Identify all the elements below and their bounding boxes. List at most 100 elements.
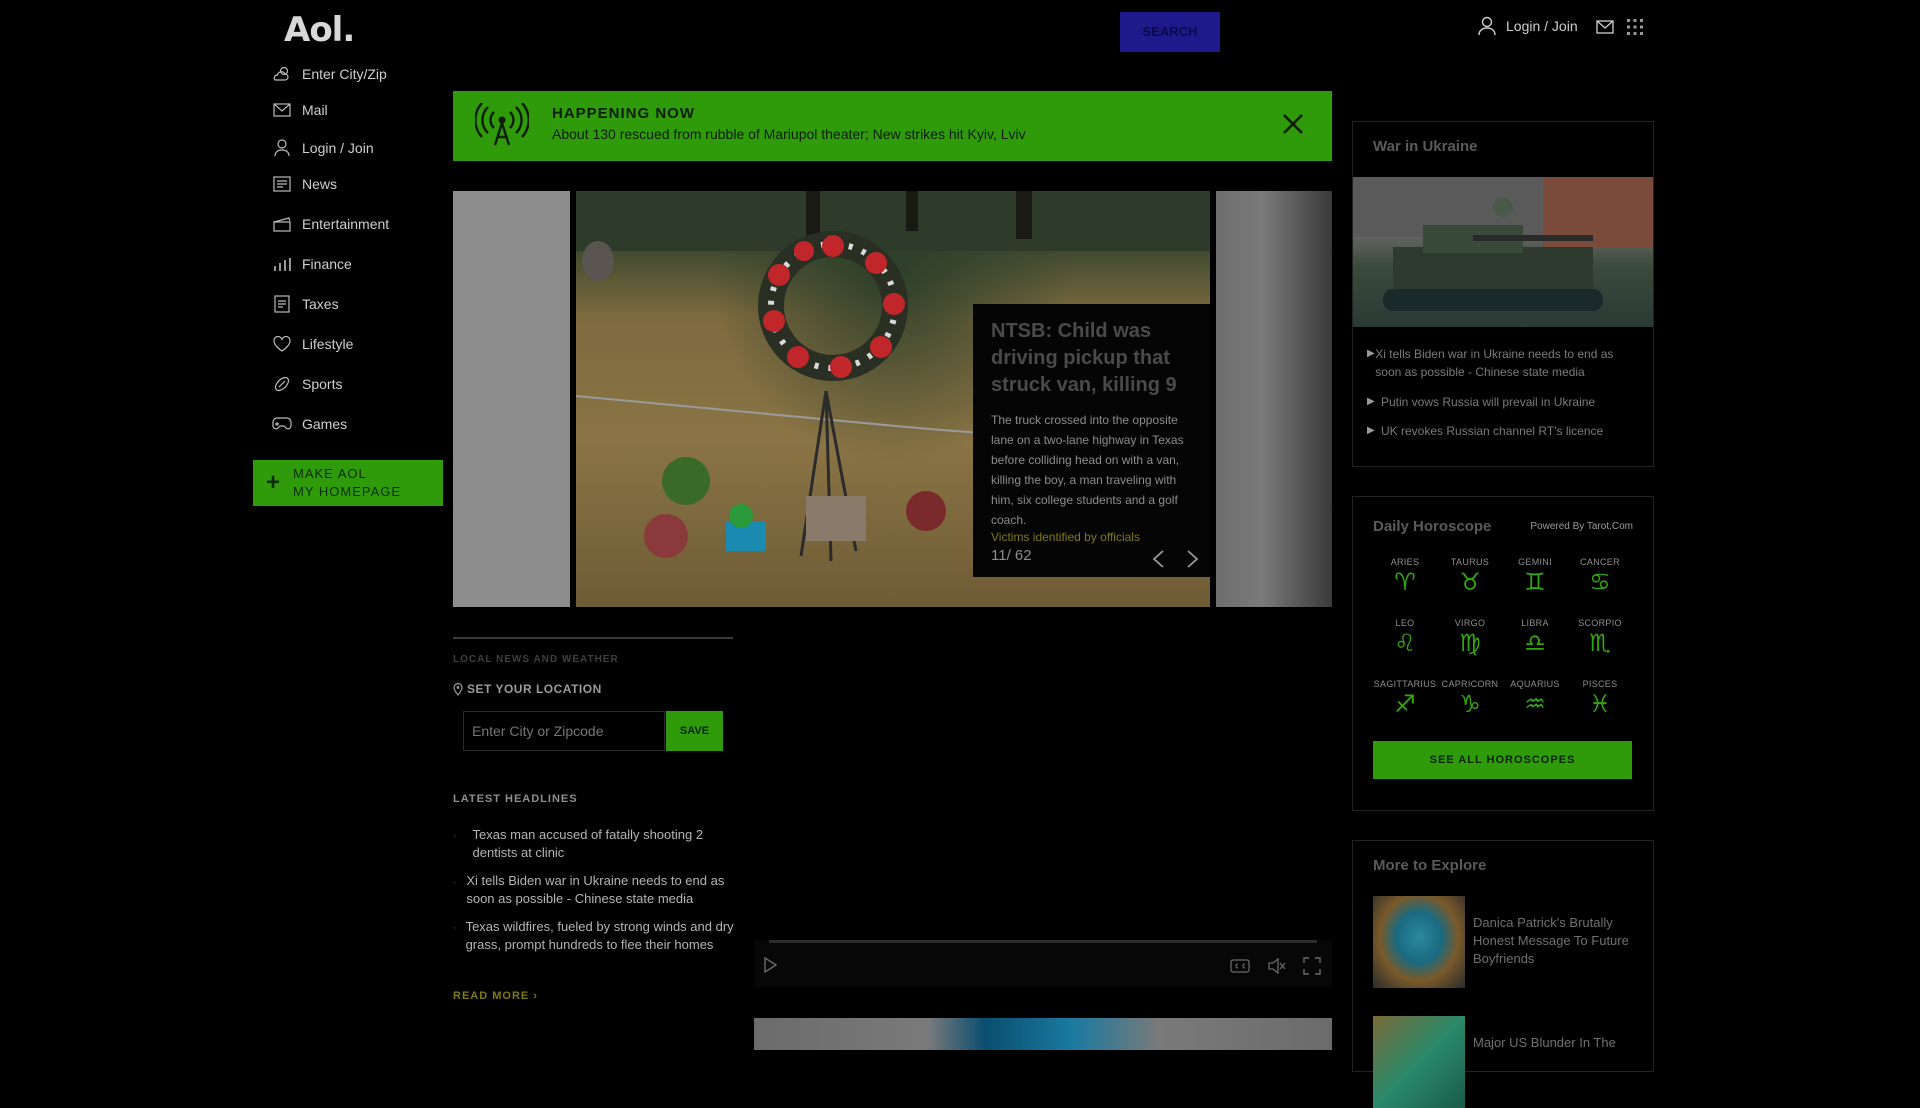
happening-now-banner[interactable]: HAPPENING NOW About 130 rescued from rub… xyxy=(453,91,1332,161)
happening-now-title: HAPPENING NOW xyxy=(552,105,696,122)
headline-item[interactable]: ▫ Xi tells Biden war in Ukraine needs to… xyxy=(453,872,738,908)
sign-cancer[interactable]: CANCER ♋ xyxy=(1568,557,1632,597)
taxes-icon xyxy=(272,294,292,314)
slide-headline[interactable]: NTSB: Child was driving pickup that stru… xyxy=(991,318,1196,399)
sign-aquarius[interactable]: AQUARIUS ♒ xyxy=(1503,679,1567,719)
sign-taurus[interactable]: TAURUS ♉ xyxy=(1438,557,1502,597)
sidebar-item-label: Login / Join xyxy=(302,140,374,156)
aol-logo[interactable]: Aol. xyxy=(284,10,355,50)
chart-icon xyxy=(272,254,292,274)
cancer-icon: ♋ xyxy=(1589,568,1611,596)
sidebar-item-label: Taxes xyxy=(302,296,339,312)
explore-thumbnail[interactable] xyxy=(1373,896,1465,988)
scorpio-icon: ♏ xyxy=(1589,629,1611,657)
sidebar-item-games[interactable]: Games xyxy=(272,413,347,435)
sidebar-item-taxes[interactable]: Taxes xyxy=(272,293,339,315)
sign-aries[interactable]: ARIES ♈ xyxy=(1373,557,1437,597)
close-icon[interactable] xyxy=(1282,113,1304,135)
slide-caption: NTSB: Child was driving pickup that stru… xyxy=(973,304,1210,577)
carousel-next-slide[interactable] xyxy=(1216,191,1332,607)
latest-headlines-title: LATEST HEADLINES xyxy=(453,793,578,805)
headline-item[interactable]: ▫ Texas wildfires, fueled by strong wind… xyxy=(453,918,738,954)
arrow-right-icon: ▶ xyxy=(1367,396,1375,407)
mute-icon[interactable] xyxy=(1268,958,1286,974)
slide-body: The truck crossed into the opposite lane… xyxy=(991,413,1184,527)
story-thumbnail[interactable] xyxy=(754,1018,1332,1050)
chevron-right-icon[interactable] xyxy=(1186,549,1200,569)
sidebar-item-login[interactable]: Login / Join xyxy=(272,137,374,159)
sidebar-item-sports[interactable]: Sports xyxy=(272,373,342,395)
explore-story-title[interactable]: Major US Blunder In The xyxy=(1473,1034,1633,1052)
sidebar-item-label: News xyxy=(302,176,338,192)
sign-gemini[interactable]: GEMINI ♊ xyxy=(1503,557,1567,597)
gemini-icon: ♊ xyxy=(1524,568,1546,596)
leo-icon: ♌ xyxy=(1394,629,1416,657)
more-to-explore-card: More to Explore Danica Patrick's Brutall… xyxy=(1352,840,1654,1108)
read-more-link[interactable]: READ MORE › xyxy=(453,990,538,1002)
ukraine-story[interactable]: ▶ Putin vows Russia will prevail in Ukra… xyxy=(1367,393,1642,411)
sidebar-item-finance[interactable]: Finance xyxy=(272,253,352,275)
sidebar-item-news[interactable]: News xyxy=(272,173,337,195)
see-all-horoscopes-button[interactable]: SEE ALL HOROSCOPES xyxy=(1373,741,1632,779)
play-icon[interactable] xyxy=(763,957,777,973)
headline-text: Texas man accused of fatally shooting 2 … xyxy=(472,827,704,860)
sign-leo[interactable]: LEO ♌ xyxy=(1373,618,1437,658)
arrow-right-icon: ▶ xyxy=(1367,348,1375,359)
sidebar-item-label: Finance xyxy=(302,256,352,272)
sidebar-item-entertainment[interactable]: Entertainment xyxy=(272,213,389,235)
header-mail-icon[interactable] xyxy=(1596,20,1614,34)
video-progress-bar[interactable] xyxy=(769,940,1317,943)
make-homepage-button[interactable]: + MAKE AOL MY HOMEPAGE xyxy=(253,460,443,506)
sign-pisces[interactable]: PISCES ♓ xyxy=(1568,679,1632,719)
header-login-link[interactable]: Login / Join xyxy=(1478,16,1578,36)
mail-icon xyxy=(272,100,292,120)
make-home-line2: MY HOMEPAGE xyxy=(293,484,402,499)
arrow-right-icon: ▶ xyxy=(1367,425,1375,436)
apps-grid-icon[interactable] xyxy=(1626,18,1644,36)
headline-item[interactable]: ▫ Texas man accused of fatally shooting … xyxy=(453,826,738,862)
ukraine-title[interactable]: War in Ukraine xyxy=(1373,138,1477,155)
explore-thumbnail[interactable] xyxy=(1373,1016,1465,1108)
explore-story-title[interactable]: Danica Patrick's Brutally Honest Message… xyxy=(1473,914,1633,968)
zipcode-input[interactable] xyxy=(463,711,665,751)
libra-icon: ♎ xyxy=(1524,629,1546,657)
bullet-icon: ▫ xyxy=(453,923,457,933)
chevron-left-icon[interactable] xyxy=(1151,549,1165,569)
sign-libra[interactable]: LIBRA ♎ xyxy=(1503,618,1567,658)
ukraine-tank-image[interactable] xyxy=(1353,177,1653,327)
pisces-icon: ♓ xyxy=(1589,690,1611,718)
sidebar-item-label: Enter City/Zip xyxy=(302,66,387,82)
set-location-text: SET YOUR LOCATION xyxy=(467,682,602,696)
explore-title: More to Explore xyxy=(1373,857,1487,874)
sign-capricorn[interactable]: CAPRICORN ♑ xyxy=(1438,679,1502,719)
ukraine-story[interactable]: ▶ UK revokes Russian channel RT's licenc… xyxy=(1367,422,1642,440)
search-button[interactable]: SEARCH xyxy=(1120,12,1220,52)
ukraine-story-text: UK revokes Russian channel RT's licence xyxy=(1381,424,1604,438)
save-location-button[interactable]: SAVE xyxy=(666,711,723,751)
sidebar-item-weather[interactable]: Enter City/Zip xyxy=(272,63,387,85)
sign-virgo[interactable]: VIRGO ♍ xyxy=(1438,618,1502,658)
sidebar-item-mail[interactable]: Mail xyxy=(272,99,328,121)
video-player[interactable] xyxy=(754,637,1332,987)
horoscope-title: Daily Horoscope xyxy=(1373,518,1492,535)
ukraine-story[interactable]: ▶ Xi tells Biden war in Ukraine needs to… xyxy=(1367,345,1642,381)
clapper-icon xyxy=(272,214,292,234)
fullscreen-icon[interactable] xyxy=(1303,957,1321,975)
taurus-icon: ♉ xyxy=(1459,568,1481,596)
football-icon xyxy=(272,374,292,394)
heart-icon xyxy=(272,334,292,354)
header-login-label: Login / Join xyxy=(1506,18,1578,34)
carousel-prev-slide[interactable] xyxy=(453,191,570,607)
closed-captions-icon[interactable] xyxy=(1230,959,1250,973)
happening-now-headline[interactable]: About 130 rescued from rubble of Mariupo… xyxy=(552,126,1026,142)
user-icon xyxy=(1478,16,1496,36)
virgo-icon: ♍ xyxy=(1459,629,1481,657)
war-in-ukraine-card: War in Ukraine ▶ Xi tells Biden war in U… xyxy=(1352,121,1654,467)
headline-text: Xi tells Biden war in Ukraine needs to e… xyxy=(466,873,725,906)
sign-sagittarius[interactable]: SAGITTARIUS ♐ xyxy=(1373,679,1437,719)
sidebar-item-label: Mail xyxy=(302,102,328,118)
sidebar-item-lifestyle[interactable]: Lifestyle xyxy=(272,333,353,355)
slide-link[interactable]: Victims identified by officials xyxy=(991,530,1140,544)
sign-scorpio[interactable]: SCORPIO ♏ xyxy=(1568,618,1632,658)
sidebar-item-label: Entertainment xyxy=(302,216,390,232)
